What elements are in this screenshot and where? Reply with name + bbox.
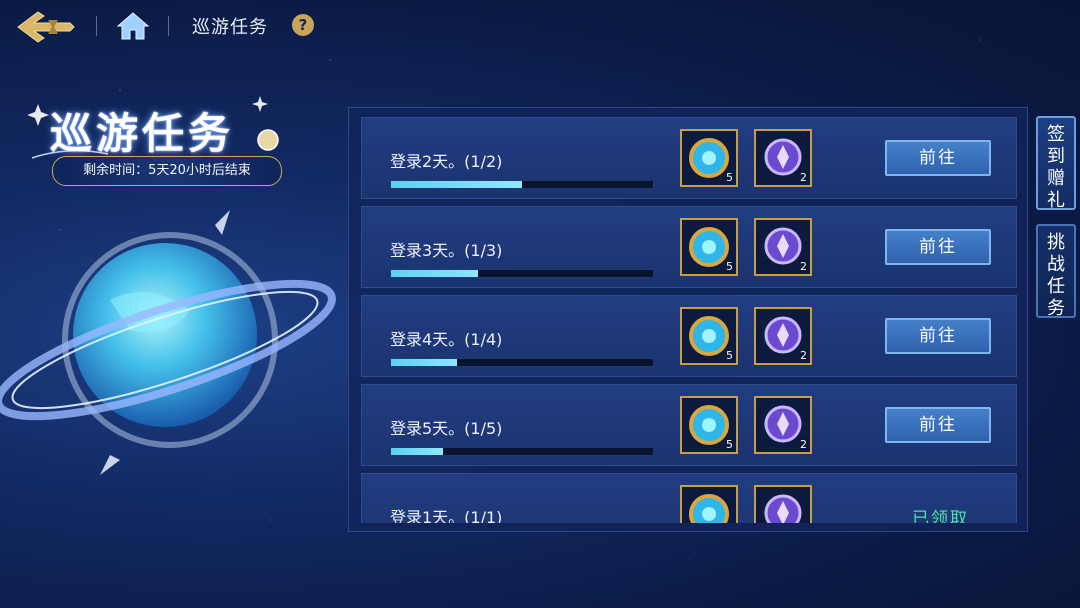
task-description: 登录4天。(1/4): [390, 330, 503, 349]
reward-count: 5: [726, 260, 733, 273]
progress-fill: [391, 181, 522, 188]
compass-icon: [689, 494, 729, 523]
progress-fill: [391, 359, 457, 366]
task-list[interactable]: 登录2天。(1/2) 5 2 前往 登录3天。(1/3) 5 2 前往 登录4天…: [361, 117, 1019, 523]
back-arrow-icon: [17, 11, 75, 43]
reward-crystal[interactable]: 2: [754, 396, 812, 454]
home-icon: [116, 12, 150, 40]
go-button[interactable]: 前往: [885, 229, 991, 265]
go-button[interactable]: 前往: [885, 407, 991, 443]
tab-sign-in-gift[interactable]: 签到赠礼: [1036, 116, 1076, 211]
reward-crystal[interactable]: 2: [754, 218, 812, 276]
tab-label: 签到赠礼: [1047, 124, 1065, 211]
reward-crystal[interactable]: 2: [754, 307, 812, 365]
globe-illustration: [0, 210, 336, 475]
tab-label: 挑战任务: [1047, 232, 1065, 319]
claimed-status: 已领取: [912, 509, 969, 523]
task-description: 登录5天。(1/5): [390, 419, 503, 438]
purple-crystal-icon: [764, 494, 802, 523]
task-row: 登录5天。(1/5) 5 2 前往: [361, 384, 1017, 466]
progress-fill: [391, 270, 479, 277]
task-description: 登录3天。(1/3): [390, 241, 503, 260]
page-title: 巡游任务: [192, 17, 268, 38]
reward-compass[interactable]: 5: [680, 485, 738, 523]
help-button[interactable]: ?: [292, 14, 314, 36]
reward-count: 2: [800, 260, 807, 273]
reward-count: 2: [800, 438, 807, 451]
reward-count: 5: [726, 438, 733, 451]
task-row: 登录4天。(1/4) 5 2 前往: [361, 295, 1017, 377]
progress-fill: [391, 448, 444, 455]
reward-compass[interactable]: 5: [680, 218, 738, 276]
reward-count: 2: [800, 171, 807, 184]
reward-crystal[interactable]: 2: [754, 129, 812, 187]
divider: [168, 16, 169, 36]
task-progress-bar: [390, 358, 654, 367]
reward-compass[interactable]: 5: [680, 129, 738, 187]
event-title: 巡游任务: [50, 109, 235, 158]
reward-count: 2: [800, 349, 807, 362]
task-row: 登录1天。(1/1) 5 2 已领取: [361, 473, 1017, 523]
tab-challenge-tasks[interactable]: 挑战任务: [1036, 224, 1076, 319]
top-bar: 巡游任务 ?: [0, 0, 1080, 52]
task-description: 登录1天。(1/1): [390, 508, 503, 523]
reward-crystal[interactable]: 2: [754, 485, 812, 523]
task-panel: 登录2天。(1/2) 5 2 前往 登录3天。(1/3) 5 2 前往 登录4天…: [348, 107, 1028, 532]
reward-compass[interactable]: 5: [680, 307, 738, 365]
task-progress-bar: [390, 180, 654, 189]
reward-compass[interactable]: 5: [680, 396, 738, 454]
event-timer: 剩余时间：5天20小时后结束: [52, 156, 282, 186]
task-progress-bar: [390, 269, 654, 278]
go-button[interactable]: 前往: [885, 140, 991, 176]
go-button[interactable]: 前往: [885, 318, 991, 354]
reward-count: 5: [726, 349, 733, 362]
reward-count: 5: [726, 171, 733, 184]
task-progress-bar: [390, 447, 654, 456]
task-description: 登录2天。(1/2): [390, 152, 503, 171]
divider: [96, 16, 97, 36]
task-row: 登录2天。(1/2) 5 2 前往: [361, 117, 1017, 199]
home-button[interactable]: [116, 10, 150, 42]
task-row: 登录3天。(1/3) 5 2 前往: [361, 206, 1017, 288]
back-button[interactable]: [14, 8, 78, 46]
